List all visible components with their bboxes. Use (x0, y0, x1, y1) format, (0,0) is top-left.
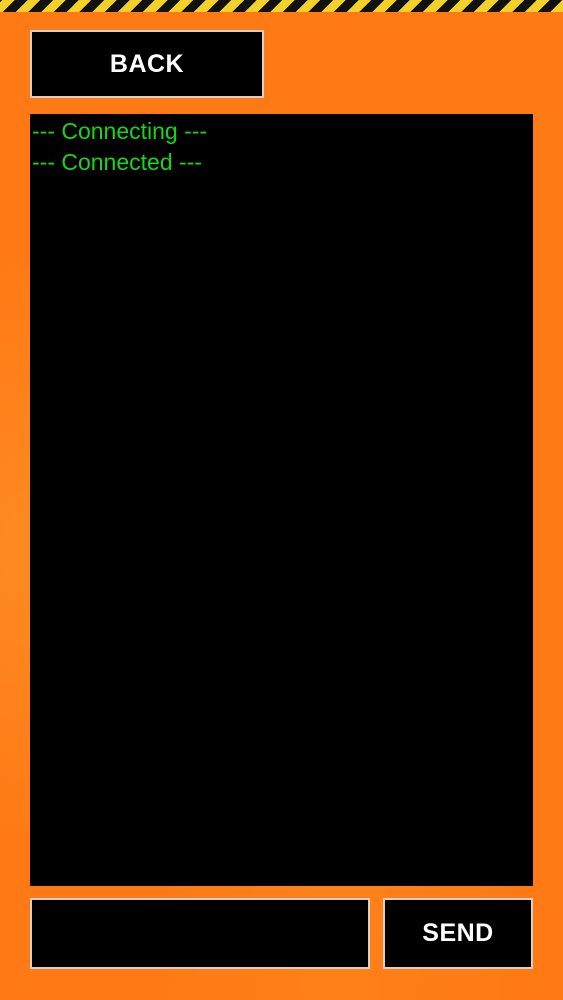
hazard-stripe-banner (0, 0, 563, 12)
app-screen: BACK --- Connecting --- --- Connected --… (0, 0, 563, 1000)
back-button[interactable]: BACK (30, 30, 264, 98)
console-output-panel[interactable]: --- Connecting --- --- Connected --- (30, 114, 533, 886)
send-button[interactable]: SEND (383, 898, 533, 969)
message-input[interactable] (30, 898, 370, 969)
console-line: --- Connected --- (32, 149, 202, 175)
console-line: --- Connecting --- (32, 118, 208, 144)
